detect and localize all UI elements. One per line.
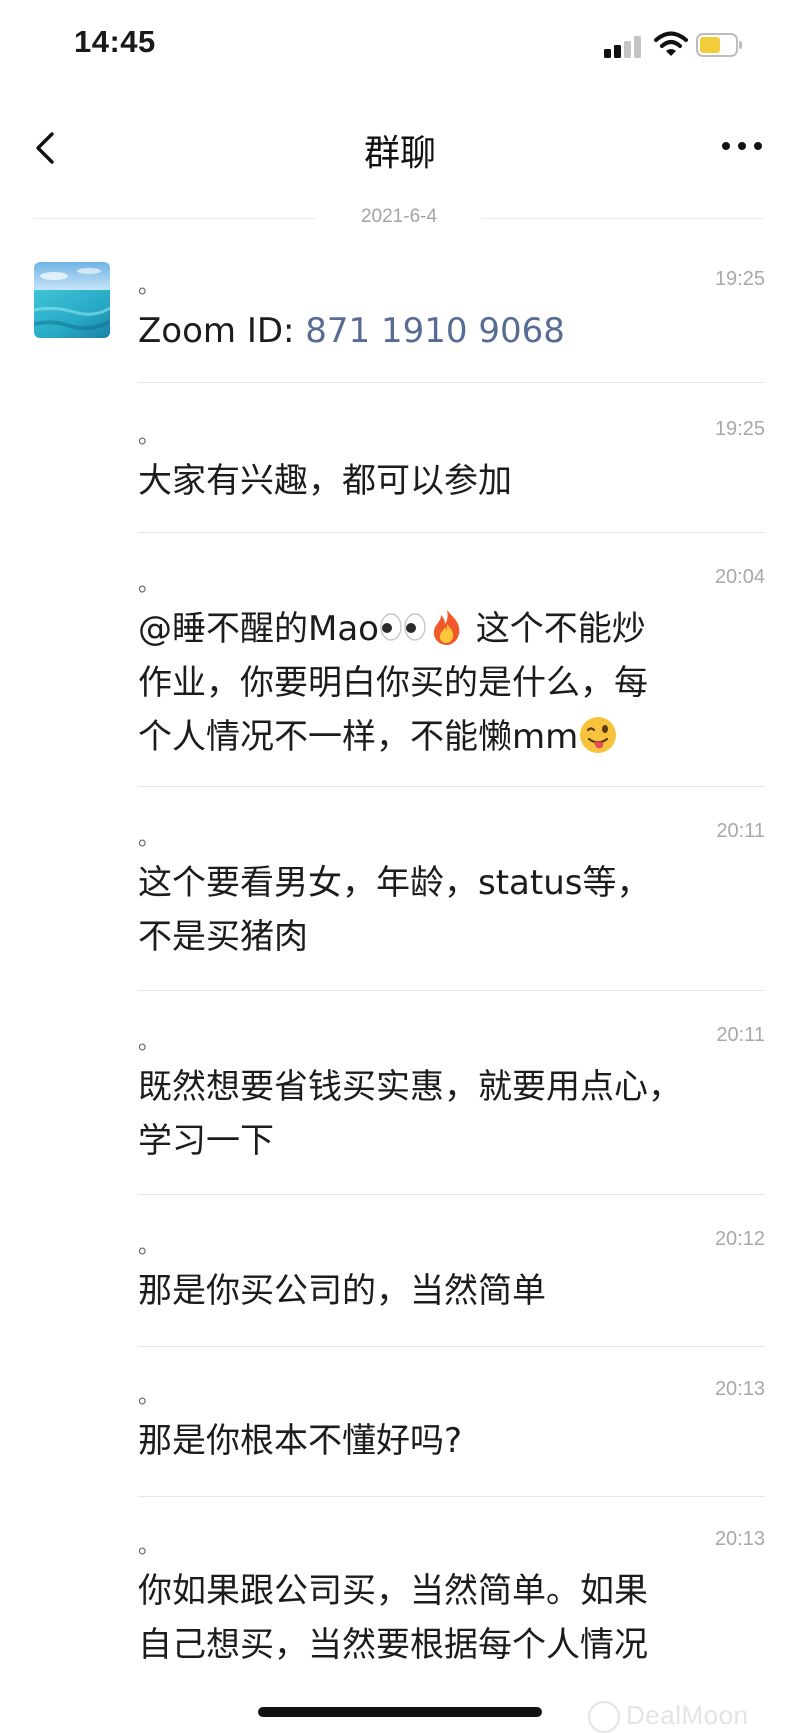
message-time: 20:04	[714, 566, 765, 588]
sender-name: 。	[138, 826, 161, 851]
message-item[interactable]: 。 20:12 那是你买公司的，当然简单	[138, 1228, 765, 1347]
message-text-prefix: Zoom ID:	[138, 311, 306, 351]
message-divider	[138, 990, 765, 991]
message-item[interactable]: 。 19:25 大家有兴趣，都可以参加	[138, 418, 765, 534]
wifi-icon	[654, 31, 688, 56]
message-text: 你如果跟公司买，当然简单。如果 自己想买，当然要根据每个人情况	[138, 1564, 758, 1672]
sender-name: 。	[138, 1030, 161, 1055]
message-text: 这个要看男女，年龄，status等， 不是买猪肉	[138, 856, 758, 964]
winking-tongue-emoji-icon	[580, 716, 617, 753]
message-text: 那是你买公司的，当然简单	[138, 1271, 546, 1311]
sender-name: 。	[138, 1384, 161, 1409]
eyes-emoji-icon	[380, 612, 426, 641]
message-line: 这个要看男女，年龄，status等，	[138, 863, 651, 903]
message-time: 20:11	[716, 1024, 765, 1046]
message-divider	[138, 1496, 765, 1497]
sender-name: 。	[138, 274, 161, 299]
sender-name: 。	[138, 1234, 161, 1259]
message-text-segment: 个人情况不一样，不能懒mm	[138, 717, 579, 757]
ocean-avatar-image	[34, 262, 110, 338]
message-line: 不是买猪肉	[138, 917, 308, 957]
message-item[interactable]: 。 20:13 你如果跟公司买，当然简单。如果 自己想买，当然要根据每个人情况	[138, 1528, 765, 1698]
sender-name: 。	[138, 424, 161, 449]
message-item[interactable]: 。 20:04 @睡不醒的Mao 这个不能炒 作业，你要明白你买的是什么，每 个…	[138, 566, 765, 787]
message-line: 学习一下	[138, 1121, 274, 1161]
message-divider	[138, 786, 765, 787]
more-options-icon[interactable]	[718, 136, 766, 156]
dealmoon-logo-icon	[588, 1701, 620, 1733]
cellular-signal-icon	[604, 36, 646, 58]
message-text: Zoom ID: 871 1910 9068	[138, 304, 758, 358]
message-item[interactable]: 。 20:13 那是你根本不懂好吗?	[138, 1378, 765, 1497]
message-divider	[138, 1346, 765, 1347]
chat-title: 群聊	[363, 133, 436, 174]
message-text: 那是你根本不懂好吗?	[138, 1421, 463, 1461]
home-indicator[interactable]	[258, 1707, 542, 1717]
message-text: 大家有兴趣，都可以参加	[138, 461, 512, 501]
message-time: 20:12	[714, 1228, 765, 1250]
message-item[interactable]: 。 20:11 既然想要省钱买实惠，就要用点心， 学习一下	[138, 1024, 765, 1195]
watermark-text: DealMoon	[626, 1700, 749, 1730]
message-divider	[138, 1194, 765, 1195]
message-item[interactable]: 。 19:25 Zoom ID: 871 1910 9068	[138, 268, 765, 384]
message-text: 既然想要省钱买实惠，就要用点心， 学习一下	[138, 1060, 758, 1168]
message-line: 作业，你要明白你买的是什么，每	[138, 663, 648, 703]
message-time: 20:11	[716, 820, 765, 842]
dealmoon-watermark: DealMoon	[588, 1700, 749, 1733]
sender-name: 。	[138, 1534, 161, 1559]
message-time: 19:25	[714, 418, 765, 440]
message-text-segment: 这个不能炒	[464, 609, 646, 649]
message-time: 20:13	[714, 1528, 765, 1550]
message-time: 20:13	[714, 1378, 765, 1400]
battery-icon	[696, 33, 742, 57]
mention-link[interactable]: @睡不醒的Mao	[138, 609, 379, 649]
date-label: 2021-6-4	[360, 206, 438, 227]
status-time: 14:45	[74, 24, 156, 59]
zoom-id-link[interactable]: 871 1910 9068	[305, 311, 565, 351]
date-separator: 2021-6-4	[34, 206, 764, 230]
message-line: 既然想要省钱买实惠，就要用点心，	[138, 1067, 682, 1107]
message-line: 个人情况不一样，不能懒mm	[138, 710, 758, 764]
sender-name: 。	[138, 572, 161, 597]
nav-bar: 群聊	[0, 100, 800, 200]
message-divider	[138, 532, 765, 533]
message-time: 19:25	[714, 268, 765, 290]
message-divider	[138, 382, 765, 383]
message-text: @睡不醒的Mao 这个不能炒 作业，你要明白你买的是什么，每 个人情况不一样，不…	[138, 602, 758, 764]
avatar[interactable]	[34, 262, 110, 338]
message-line: @睡不醒的Mao 这个不能炒	[138, 602, 758, 656]
message-item[interactable]: 。 20:11 这个要看男女，年龄，status等， 不是买猪肉	[138, 820, 765, 991]
status-bar: 14:45	[0, 0, 800, 90]
message-line: 自己想买，当然要根据每个人情况	[138, 1625, 648, 1665]
message-line: 你如果跟公司买，当然简单。如果	[138, 1571, 648, 1611]
fire-emoji-icon	[433, 609, 460, 645]
